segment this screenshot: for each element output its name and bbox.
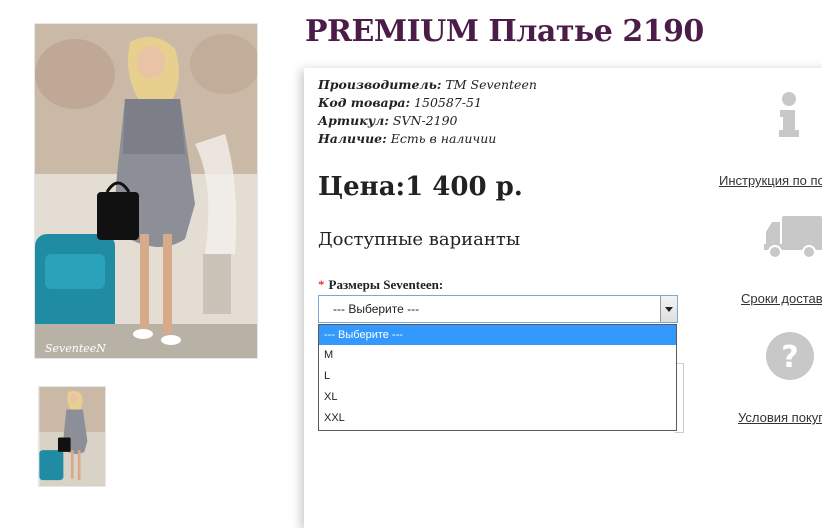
size-select-label: * Размеры Seventeen: bbox=[318, 277, 443, 293]
svg-text:?: ? bbox=[781, 340, 798, 375]
question-icon[interactable]: ? bbox=[765, 331, 815, 381]
sidebar-link-terms[interactable]: Условия покуп bbox=[738, 410, 822, 425]
meta-value: Есть в наличии bbox=[386, 131, 497, 146]
info-icon[interactable] bbox=[775, 90, 803, 138]
size-option-l[interactable]: L bbox=[319, 366, 676, 387]
required-mark: * bbox=[318, 277, 325, 292]
sidebar-link-delivery[interactable]: Сроки достав bbox=[741, 291, 822, 306]
watermark-text: SeventeeN bbox=[45, 342, 106, 355]
size-option-placeholder[interactable]: --- Выберите --- bbox=[319, 325, 676, 345]
meta-sku: Артикул: SVN-2190 bbox=[318, 112, 537, 130]
product-title: PREMIUM Платье 2190 bbox=[305, 14, 704, 49]
size-option-m[interactable]: M bbox=[319, 345, 676, 366]
meta-key: Наличие: bbox=[318, 131, 387, 146]
meta-key: Производитель: bbox=[318, 77, 442, 92]
size-options-dropdown[interactable]: --- Выберите --- M L XL XXL bbox=[318, 324, 677, 431]
meta-value: TM Seventeen bbox=[441, 77, 537, 92]
size-select-value: --- Выберите --- bbox=[333, 302, 420, 316]
truck-icon[interactable] bbox=[764, 214, 822, 260]
size-option-xl[interactable]: XL bbox=[319, 387, 676, 408]
meta-key: Код товара: bbox=[318, 95, 411, 110]
product-meta: Производитель: TM Seventeen Код товара: … bbox=[318, 76, 537, 148]
product-photo-svg: SeventeeN bbox=[35, 24, 257, 358]
variants-heading: Доступные варианты bbox=[318, 229, 521, 250]
meta-value: 150587-51 bbox=[410, 95, 482, 110]
product-thumbnail[interactable] bbox=[38, 386, 106, 487]
size-option-xxl[interactable]: XXL bbox=[319, 408, 676, 429]
meta-product-code: Код товара: 150587-51 bbox=[318, 94, 537, 112]
meta-availability: Наличие: Есть в наличии bbox=[318, 130, 537, 148]
size-label-text: Размеры Seventeen: bbox=[328, 277, 444, 292]
meta-manufacturer: Производитель: TM Seventeen bbox=[318, 76, 537, 94]
thumbnail-photo-svg bbox=[39, 387, 105, 486]
meta-key: Артикул: bbox=[318, 113, 389, 128]
product-main-image[interactable]: SeventeeN bbox=[34, 23, 258, 359]
product-price: Цена:1 400 р. bbox=[318, 172, 523, 202]
meta-value: SVN-2190 bbox=[388, 113, 458, 128]
chevron-down-icon[interactable] bbox=[660, 296, 677, 322]
sidebar-link-instructions[interactable]: Инструкция по по bbox=[719, 173, 822, 188]
size-select[interactable]: --- Выберите --- bbox=[318, 295, 678, 323]
